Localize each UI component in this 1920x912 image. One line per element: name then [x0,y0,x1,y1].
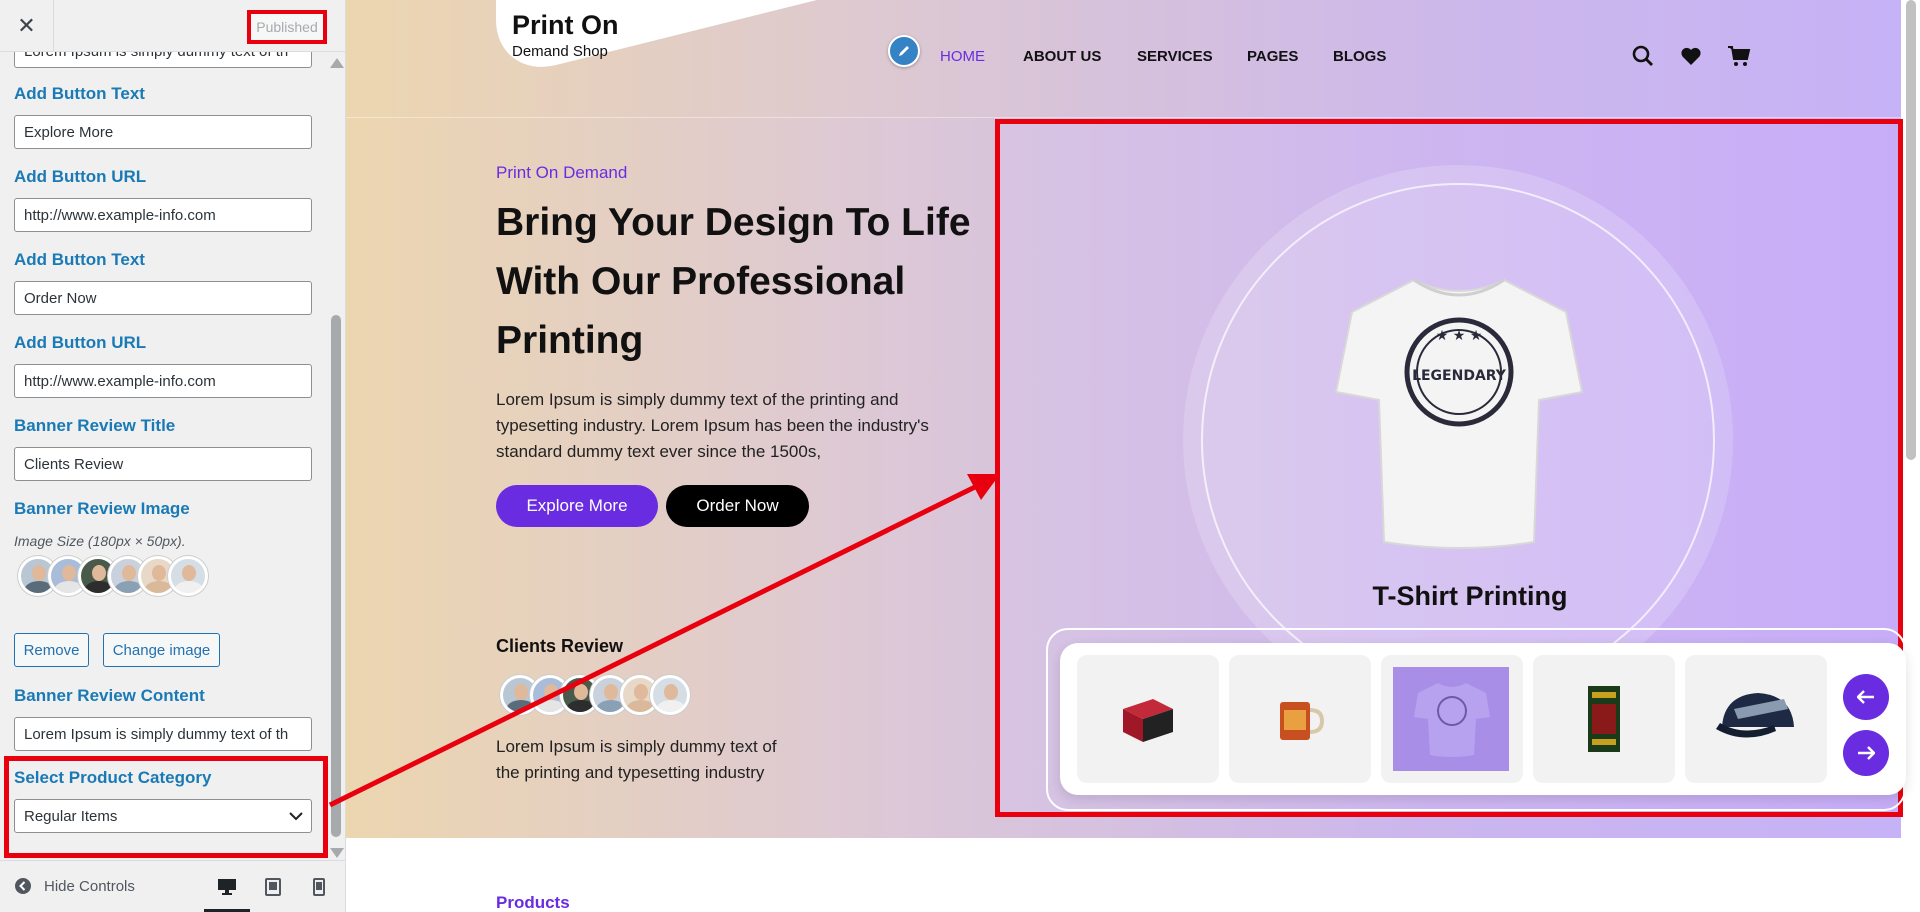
field-label: Banner Review Content [14,686,205,705]
explore-more-button[interactable]: Explore More [496,485,658,527]
order-now-button[interactable]: Order Now [666,485,809,527]
svg-text:LEGENDARY: LEGENDARY [1412,368,1507,384]
edit-shortcut-button[interactable] [888,35,920,67]
field-label: Select Product Category [14,768,212,787]
desktop-preview-button[interactable] [204,861,250,912]
button-url-2-input[interactable]: http://www.example-info.com [14,364,312,398]
arrow-right-icon [1858,746,1875,760]
product-thumb-tea[interactable] [1533,655,1675,783]
published-button[interactable]: Published [247,10,327,44]
clients-review-title: Clients Review [496,636,624,656]
svg-text:★ ★ ★: ★ ★ ★ [1436,328,1483,344]
desktop-icon [218,879,236,895]
mobile-preview-button[interactable] [296,861,342,912]
nav-pages[interactable]: PAGES [1247,48,1298,65]
product-category-select[interactable]: Regular Items [14,799,312,833]
heart-icon[interactable] [1679,44,1703,68]
product-thumb-tshirt[interactable] [1381,655,1523,783]
carousel-next-button[interactable] [1843,730,1889,776]
nav-about-us[interactable]: ABOUT US [1023,48,1101,65]
tshirt-thumb-image [1414,683,1490,757]
hero-eyebrow: Print On Demand [496,163,628,182]
hero-heading: Bring Your Design To Life With Our Profe… [496,201,971,362]
tshirt-image: ★ ★ ★ LEGENDARY [1334,278,1584,549]
remove-image-button[interactable]: Remove [14,633,89,667]
arrow-left-icon [1857,690,1874,704]
product-thumb-box[interactable] [1077,655,1219,783]
panel-header: ✕ Published [0,0,345,52]
box-image [1123,699,1173,742]
close-icon: ✕ [17,13,36,38]
avatar [650,675,690,715]
button-text-2-input[interactable]: Order Now [14,281,312,315]
scroll-up-arrow[interactable] [330,58,344,68]
feature-title: T-Shirt Printing [1372,581,1568,611]
product-thumb-cap[interactable] [1685,655,1827,783]
button-url-1-input[interactable]: http://www.example-info.com [14,198,312,232]
field-label: Banner Review Image [14,499,190,518]
customizer-panel: ✕ Published Lorem Ipsum is simply dummy … [0,0,346,912]
select-value: Regular Items [24,807,118,825]
review-image-preview [18,556,208,604]
mobile-icon [313,878,325,896]
review-title-input[interactable]: Clients Review [14,447,312,481]
change-image-button[interactable]: Change image [103,633,220,667]
preview-scrollbar-thumb[interactable] [1906,0,1916,460]
products-section-label: Products [496,893,570,912]
client-avatars [500,675,690,723]
field-label: Add Button Text [14,250,145,269]
nav-services[interactable]: SERVICES [1137,48,1213,65]
panel-controls[interactable]: Lorem Ipsum is simply dummy text of th A… [0,52,330,860]
site-logo[interactable]: Print On Demand Shop [512,10,619,60]
hero-description: Lorem Ipsum is simply dummy text of the … [496,390,929,461]
field-label: Add Button URL [14,333,147,352]
field-label: Add Button Text [14,84,145,103]
site-preview: Print On Demand Shop HOME ABOUT US SERVI… [346,0,1920,912]
nav-blogs[interactable]: BLOGS [1333,48,1386,65]
avatar [168,556,208,596]
mug-image [1280,702,1325,740]
tea-tin-image [1588,686,1620,752]
nav-home[interactable]: HOME [940,48,985,65]
field-label: Add Button URL [14,167,147,186]
carousel-prev-button[interactable] [1843,674,1889,720]
image-size-hint: Image Size (180px × 50px). [14,533,186,549]
pencil-icon [899,46,909,56]
hide-controls-button[interactable]: Hide Controls [14,877,135,895]
hide-controls-icon [15,878,31,894]
panel-footer: Hide Controls [0,860,345,912]
cap-image [1716,693,1794,738]
review-content-input[interactable]: Lorem Ipsum is simply dummy text of th [14,717,312,751]
field-label: Banner Review Title [14,416,176,435]
banner-text-field-partial[interactable]: Lorem Ipsum is simply dummy text of th [14,52,312,68]
close-customizer-button[interactable]: ✕ [0,0,54,52]
product-thumb-mug[interactable] [1229,655,1371,783]
clients-review-text: Lorem Ipsum is simply dummy text of the … [496,737,777,782]
scroll-down-arrow[interactable] [330,848,344,858]
tablet-icon [265,878,281,896]
tablet-preview-button[interactable] [250,861,296,912]
scrollbar-thumb[interactable] [331,315,341,837]
chevron-down-icon [289,812,303,821]
search-icon[interactable] [1631,44,1655,68]
cart-icon[interactable] [1727,44,1751,68]
button-text-1-input[interactable]: Explore More [14,115,312,149]
